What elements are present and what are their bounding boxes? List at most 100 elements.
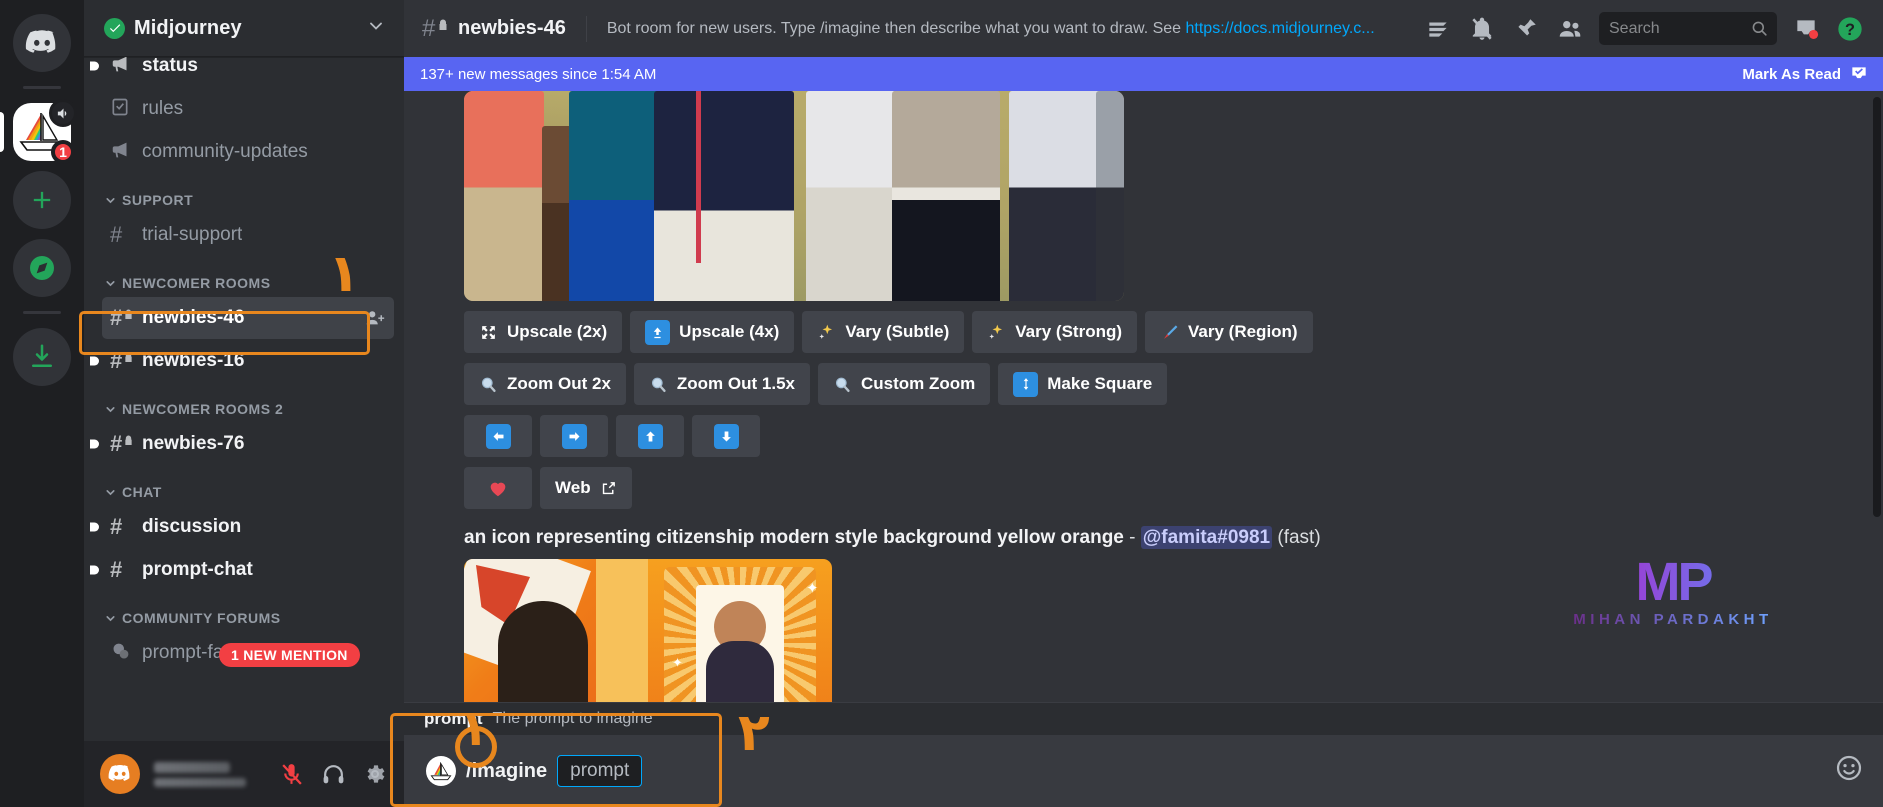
expand-corners-icon [479,323,498,342]
channel-topic-link[interactable]: https://docs.midjourney.c... [1186,20,1375,37]
sidebar-channel-status[interactable]: status [102,57,394,87]
button-row-4: Web [464,467,1865,509]
heart-icon [487,477,509,499]
channel-header: # newbies-46 Bot room for new users. Typ… [404,0,1883,57]
server-rail-item-download[interactable] [12,328,72,386]
pan-down-button[interactable] [692,415,760,457]
help-icon[interactable]: ? [1831,10,1869,48]
server-rail-item-explore[interactable] [12,239,72,297]
prompt-text: an icon representing citizenship modern … [464,527,1124,548]
pan-up-button[interactable] [616,415,684,457]
compass-icon [26,252,58,284]
magnifier-icon [833,375,852,394]
new-messages-banner[interactable]: 137+ new messages since 1:54 AM Mark As … [404,57,1883,91]
web-button[interactable]: Web [540,467,632,509]
message-list[interactable]: Upscale (2x) Upscale (4x) Vary (Subtle) … [404,57,1883,807]
guild-header[interactable]: Midjourney [84,0,404,57]
plus-icon [28,186,56,214]
server-icon-midjourney[interactable]: 1 [13,103,71,161]
channel-label: prompt-chat [142,559,253,581]
magnifier-icon [479,375,498,394]
button-label: Web [555,478,591,498]
vary-subtle-button[interactable]: Vary (Subtle) [802,311,964,353]
category-newcomer-rooms[interactable]: NEWCOMER ROOMS [84,257,404,296]
vary-region-button[interactable]: Vary (Region) [1145,311,1313,353]
category-chat[interactable]: CHAT [84,466,404,505]
members-icon[interactable] [1551,10,1589,48]
new-mention-badge[interactable]: 1 NEW MENTION [219,643,360,667]
pan-left-button[interactable] [464,415,532,457]
microphone-muted-icon [279,762,304,787]
prompt-separator: - [1129,527,1135,548]
generated-image-golfers[interactable] [464,91,1124,301]
pin-icon[interactable] [1507,10,1545,48]
param-description: The prompt to imagine [493,710,653,728]
user-settings-button[interactable] [356,755,394,793]
sidebar-channel-prompt-chat[interactable]: # prompt-chat [102,549,394,591]
hash-locked-icon: # [422,15,448,43]
sidebar-channel-newbies-46[interactable]: # newbies-46 [102,297,394,339]
prompt-chip[interactable]: prompt [557,755,642,787]
channel-list[interactable]: status rules community-updates SUPPORT # [84,57,404,741]
chevron-down-icon [104,194,117,207]
discord-home-button[interactable] [13,14,71,72]
search-placeholder: Search [1609,20,1750,38]
upscale-2x-button[interactable]: Upscale (2x) [464,311,622,353]
pan-right-button[interactable] [540,415,608,457]
button-label: Upscale (4x) [679,322,779,342]
notification-bell-muted-icon[interactable] [1463,10,1501,48]
favorite-button[interactable] [464,467,532,509]
mute-microphone-button[interactable] [272,755,310,793]
usertag-blurred [154,778,246,787]
discord-window: 1 [0,0,1883,807]
zoom-out-2x-button[interactable]: Zoom Out 2x [464,363,626,405]
server-rail-item-home[interactable] [12,14,72,72]
search-input[interactable]: Search [1599,12,1777,45]
emoji-smiley-icon[interactable] [1835,754,1863,789]
search-icon [1750,19,1769,38]
sidebar-channel-community-updates[interactable]: community-updates [102,131,394,173]
hash-icon: # [110,516,134,538]
upscale-4x-button[interactable]: Upscale (4x) [630,311,794,353]
sidebar-channel-trial-support[interactable]: # trial-support [102,214,394,256]
chevron-down-icon[interactable] [366,16,386,41]
download-apps-button[interactable] [13,328,71,386]
avatar[interactable] [100,754,140,794]
add-members-icon[interactable] [364,307,386,329]
sidebar-channel-rules[interactable]: rules [102,88,394,130]
deafen-button[interactable] [314,755,352,793]
threads-icon[interactable] [1419,10,1457,48]
add-server-button[interactable] [13,171,71,229]
category-newcomer-rooms-2[interactable]: NEWCOMER ROOMS 2 [84,383,404,422]
vary-strong-button[interactable]: Vary (Strong) [972,311,1137,353]
rail-divider [23,86,61,89]
server-rail-item-midjourney[interactable]: 1 [12,103,72,161]
sidebar-channel-discussion[interactable]: # discussion [102,506,394,548]
server-unread-badge: 1 [51,140,75,164]
discord-logo-icon [108,762,132,786]
message-scrollbar[interactable] [1873,97,1881,517]
sparkles-icon [817,323,836,342]
command-input-bar[interactable]: /imagine prompt [404,735,1883,807]
button-label: Vary (Region) [1188,322,1298,342]
inbox-icon[interactable] [1787,10,1825,48]
author-mention[interactable]: @famita#0981 [1141,526,1272,549]
explore-servers-button[interactable] [13,239,71,297]
mark-read-icon [1849,64,1869,84]
mark-as-read-button[interactable]: Mark As Read [1742,64,1869,84]
server-rail-item-add[interactable] [12,171,72,229]
category-community-forums[interactable]: COMMUNITY FORUMS [84,592,404,631]
channel-topic[interactable]: Bot room for new users. Type /imagine th… [607,20,1409,38]
zoom-out-1-5x-button[interactable]: Zoom Out 1.5x [634,363,810,405]
lock-icon [124,309,133,320]
unread-indicator [90,523,99,532]
hash-locked-icon: # [110,307,134,329]
sidebar-channel-newbies-76[interactable]: # newbies-76 [102,423,394,465]
category-support[interactable]: SUPPORT [84,174,404,213]
param-name: prompt [424,709,483,729]
chevron-down-icon [104,403,117,416]
make-square-button[interactable]: Make Square [998,363,1167,405]
custom-zoom-button[interactable]: Custom Zoom [818,363,990,405]
sidebar-channel-newbies-16[interactable]: # newbies-16 [102,340,394,382]
new-messages-text: 137+ new messages since 1:54 AM [420,66,656,83]
